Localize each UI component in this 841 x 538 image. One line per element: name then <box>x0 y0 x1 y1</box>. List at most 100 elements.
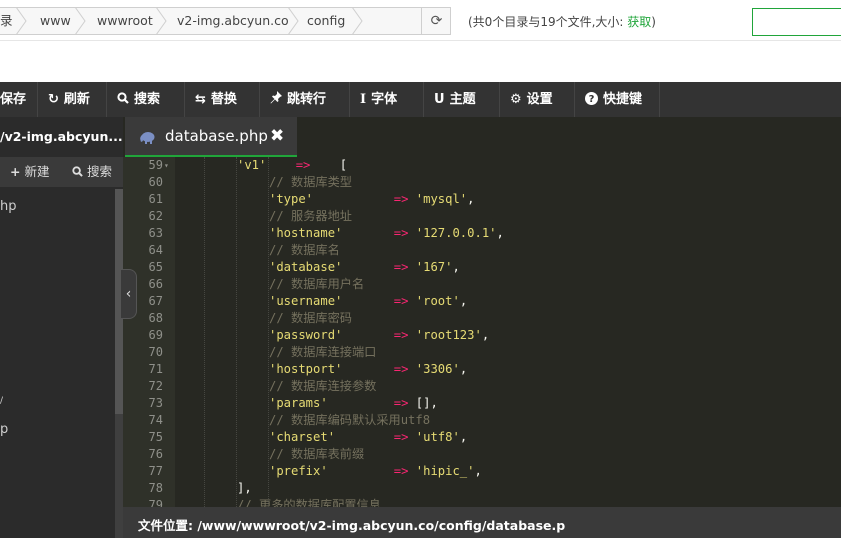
svg-text:?: ? <box>589 94 595 105</box>
new-file-button[interactable]: + 新建 <box>10 157 50 187</box>
arrow-operator: => <box>393 294 409 308</box>
code-line: 76 // 数据库表前缀 <box>123 446 841 463</box>
array-key: 'hostname' <box>269 226 343 240</box>
goto-line-button[interactable]: 跳转行 <box>260 82 350 117</box>
code-text: 'password' => 'root123', <box>269 328 490 342</box>
shortcuts-button[interactable]: ? 快捷键 <box>575 82 660 117</box>
arrow-operator: => <box>295 158 311 172</box>
gear-icon: ⚙ <box>510 92 522 107</box>
breadcrumb-item[interactable]: www <box>40 8 71 34</box>
array-key: 'params' <box>269 396 328 410</box>
sidebar-scrollbar[interactable] <box>115 189 123 538</box>
code-line: 75 'charset' => 'utf8', <box>123 429 841 446</box>
close-tab-icon[interactable]: ✖ <box>270 126 284 146</box>
indent-guide <box>268 157 269 507</box>
sidebar-search-button[interactable]: 搜索 <box>72 157 112 187</box>
code-comment: // 数据库编码默认采用utf8 <box>269 413 431 427</box>
code-comment: // 数据库密码 <box>269 311 352 325</box>
help-icon: ? <box>585 82 598 117</box>
indent-guide <box>204 157 205 507</box>
theme-button[interactable]: U 主题 <box>424 82 500 117</box>
arrow-operator: => <box>393 192 409 206</box>
code-line: 62 // 服务器地址 <box>123 208 841 225</box>
sidebar-path-title: /v2-img.abcyun.... <box>0 129 123 144</box>
code-line: 77 'prefix' => 'hipic_', <box>123 463 841 480</box>
line-number: 73 <box>148 396 163 410</box>
file-search-input[interactable] <box>752 8 841 36</box>
code-line: 60 // 数据库类型 <box>123 174 841 191</box>
line-number: 62 <box>148 209 163 223</box>
settings-button[interactable]: ⚙ 设置 <box>500 82 575 117</box>
array-key: 'hostport' <box>269 362 343 376</box>
array-value: 'hipic_' <box>415 464 475 478</box>
code-text: ], <box>237 481 252 495</box>
breadcrumb-item[interactable]: config <box>307 8 345 34</box>
settings-button-label: 设置 <box>526 92 553 107</box>
font-button-label: 字体 <box>371 92 398 107</box>
get-size-link[interactable]: 获取 <box>627 15 651 29</box>
file-tree-sidebar: /v2-img.abcyun.... + 新建 搜索 hp / p <box>0 117 123 538</box>
sidebar-search-label: 搜索 <box>87 164 113 179</box>
code-text: 'charset' => 'utf8', <box>269 430 468 444</box>
refresh-icon: ↻ <box>48 92 59 107</box>
directory-info-text: (共0个目录与19个文件,大小: <box>468 15 628 29</box>
line-number: 64 <box>148 243 163 257</box>
new-file-label: 新建 <box>24 164 50 179</box>
code-editor[interactable]: 59 ▾ 'v1' => [60 // 数据库类型 61 'type' => 'mysql… <box>123 157 841 507</box>
replace-button-label: 替换 <box>210 92 237 107</box>
collapse-sidebar-button[interactable]: ‹ <box>121 269 137 319</box>
search-button[interactable]: 搜索 <box>107 82 185 117</box>
line-number: 74 <box>148 413 163 427</box>
array-value: 'utf8' <box>415 430 460 444</box>
array-key: 'charset' <box>269 430 336 444</box>
code-text: // 数据库连接端口 <box>269 344 376 361</box>
file-item[interactable]: p <box>0 422 8 437</box>
replace-button[interactable]: ⇆ 替换 <box>185 82 260 117</box>
refresh-button[interactable]: ↻ 刷新 <box>38 82 107 117</box>
toolbar-area <box>0 40 841 83</box>
array-key: 'username' <box>269 294 343 308</box>
breadcrumb-item[interactable]: wwwroot <box>97 8 153 34</box>
line-number: 75 <box>148 430 163 444</box>
code-line: 78], <box>123 480 841 497</box>
file-item[interactable]: hp <box>0 199 17 214</box>
code-line: 67'username' => 'root', <box>123 293 841 310</box>
arrow-operator: => <box>393 260 409 274</box>
save-button[interactable]: 保存 <box>0 82 38 117</box>
code-text: // 数据库连接参数 <box>269 378 376 395</box>
array-value: 'root123' <box>415 328 482 342</box>
tab-database-php[interactable]: database.php ✖ <box>125 117 297 157</box>
refresh-icon: ⟳ <box>430 13 443 29</box>
code-comment: // 服务器地址 <box>269 209 352 223</box>
search-icon <box>117 82 129 117</box>
code-text: // 数据库编码默认采用utf8 <box>269 412 430 429</box>
refresh-path-button[interactable]: ⟳ <box>421 8 451 34</box>
code-text: // 数据库密码 <box>269 310 352 327</box>
array-key: 'password' <box>269 328 343 342</box>
line-number: 69 <box>148 328 163 342</box>
code-line: 71 'hostport' => '3306', <box>123 361 841 378</box>
array-key: 'v1' <box>237 158 267 172</box>
breadcrumb-item[interactable]: 录 <box>0 8 13 34</box>
code-line: 74 // 数据库编码默认采用utf8 <box>123 412 841 429</box>
indent-guide <box>236 157 237 507</box>
breadcrumb-item[interactable]: v2-img.abcyun.co <box>177 8 289 34</box>
pin-icon <box>270 82 282 117</box>
line-number: 77 <box>148 464 163 478</box>
arrow-operator: => <box>393 430 409 444</box>
arrow-operator: => <box>393 464 409 478</box>
arrow-operator: => <box>393 362 409 376</box>
array-value: 'root' <box>415 294 460 308</box>
fold-toggle-icon[interactable]: ▾ <box>164 157 169 174</box>
array-key: 'type' <box>269 192 314 206</box>
directory-info: (共0个目录与19个文件,大小: 获取) <box>468 13 656 30</box>
code-line: 59 ▾ 'v1' => [ <box>123 157 841 174</box>
sidebar-actions: + 新建 搜索 <box>0 157 123 187</box>
code-comment: // 数据库用户名 <box>269 277 365 291</box>
array-value: 'mysql' <box>415 192 468 206</box>
font-button[interactable]: I 字体 <box>350 82 424 117</box>
array-value: '127.0.0.1' <box>415 226 497 240</box>
file-item[interactable]: / <box>0 396 3 406</box>
save-button-label: 保存 <box>0 92 27 107</box>
code-comment: // 数据库连接参数 <box>269 379 377 393</box>
